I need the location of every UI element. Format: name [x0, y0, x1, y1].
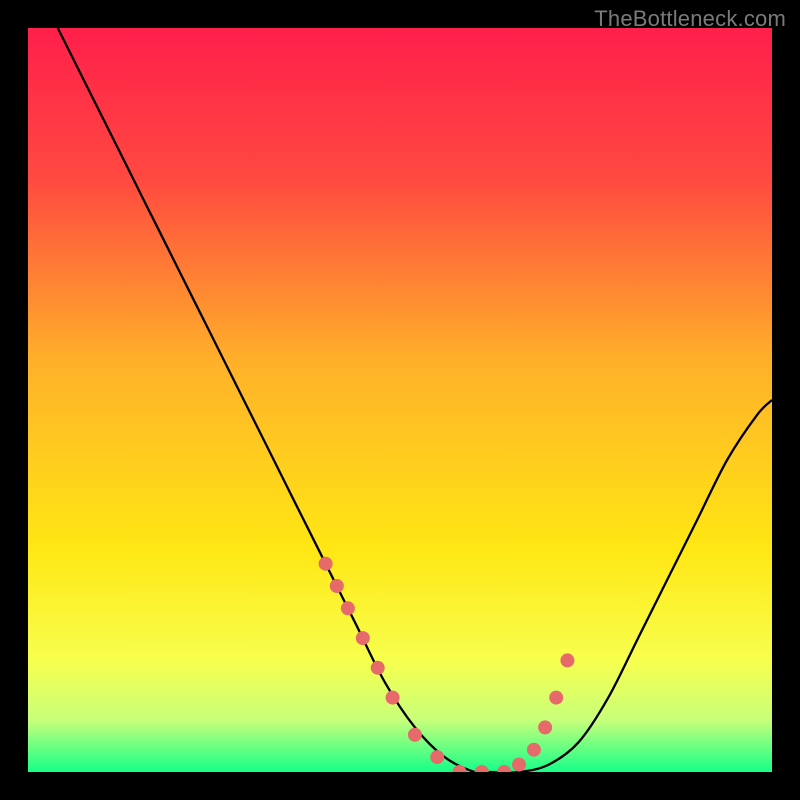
- highlight-dot: [386, 691, 400, 705]
- chart-svg: [0, 0, 800, 800]
- highlight-dot: [341, 601, 355, 615]
- highlight-dot: [330, 579, 344, 593]
- highlight-dot: [549, 691, 563, 705]
- highlight-dot: [408, 728, 422, 742]
- highlight-dot: [430, 750, 444, 764]
- chart-frame: TheBottleneck.com: [0, 0, 800, 800]
- highlight-dot: [371, 661, 385, 675]
- highlight-dot: [512, 758, 526, 772]
- highlight-dot: [527, 743, 541, 757]
- watermark-text: TheBottleneck.com: [594, 6, 786, 32]
- highlight-dot: [560, 653, 574, 667]
- highlight-dot: [538, 720, 552, 734]
- highlight-dot: [497, 765, 511, 779]
- highlight-dot: [319, 557, 333, 571]
- plot-background: [28, 28, 772, 772]
- highlight-dot: [453, 765, 467, 779]
- highlight-dot: [475, 765, 489, 779]
- highlight-dot: [356, 631, 370, 645]
